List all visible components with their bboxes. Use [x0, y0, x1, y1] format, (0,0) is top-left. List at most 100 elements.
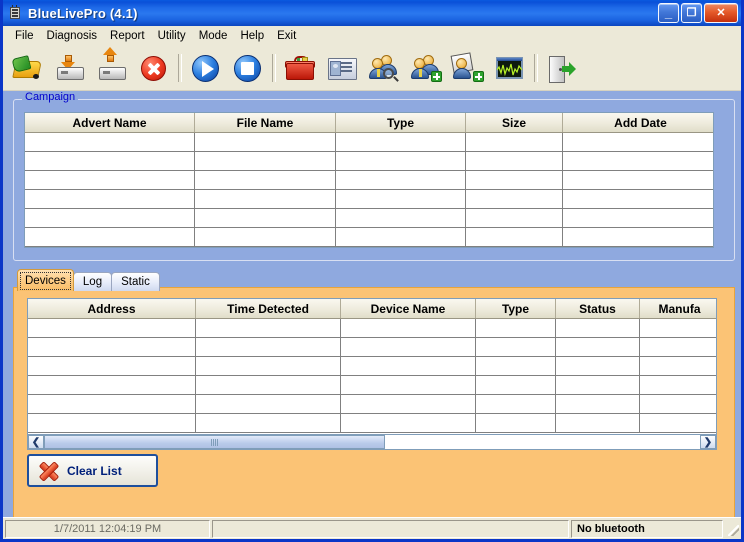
import-button[interactable]: [49, 48, 91, 88]
tab-log[interactable]: Log: [72, 272, 113, 291]
cell[interactable]: [466, 190, 563, 208]
cell[interactable]: [341, 357, 476, 375]
device-row[interactable]: [28, 395, 716, 414]
cell[interactable]: [466, 209, 563, 227]
cell[interactable]: [341, 319, 476, 337]
cell[interactable]: [476, 376, 556, 394]
minimize-button[interactable]: _: [658, 3, 679, 23]
scroll-thumb[interactable]: [44, 435, 386, 449]
column-header-size[interactable]: Size: [466, 113, 563, 132]
scroll-right-button[interactable]: ❯: [700, 435, 716, 449]
cell[interactable]: [25, 228, 195, 246]
cell[interactable]: [640, 414, 716, 432]
cell[interactable]: [195, 228, 336, 246]
cell[interactable]: [341, 376, 476, 394]
cell[interactable]: [476, 338, 556, 356]
campaign-row[interactable]: [25, 209, 713, 228]
scroll-track[interactable]: [44, 435, 700, 449]
column-header-manufa[interactable]: Manufa: [640, 299, 716, 318]
device-row[interactable]: [28, 376, 716, 395]
menu-item-report[interactable]: Report: [104, 28, 152, 44]
cell[interactable]: [556, 357, 640, 375]
cell[interactable]: [640, 338, 716, 356]
scroll-left-button[interactable]: ❮: [28, 435, 44, 449]
cell[interactable]: [476, 319, 556, 337]
find-devices-button[interactable]: [363, 48, 405, 88]
cell[interactable]: [556, 414, 640, 432]
stop-button[interactable]: [227, 48, 269, 88]
cell[interactable]: [25, 171, 195, 189]
cell[interactable]: [556, 395, 640, 413]
cell[interactable]: [476, 414, 556, 432]
cell[interactable]: [640, 319, 716, 337]
clear-list-button[interactable]: Clear List: [27, 454, 158, 487]
campaign-row[interactable]: [25, 133, 713, 152]
cell[interactable]: [563, 209, 713, 227]
cell[interactable]: [341, 338, 476, 356]
devices-horizontal-scrollbar[interactable]: ❮ ❯: [27, 434, 717, 450]
cell[interactable]: [195, 209, 336, 227]
cell[interactable]: [25, 152, 195, 170]
cell[interactable]: [336, 152, 466, 170]
column-header-advert-name[interactable]: Advert Name: [25, 113, 195, 132]
cell[interactable]: [640, 395, 716, 413]
column-header-type[interactable]: Type: [476, 299, 556, 318]
device-row[interactable]: [28, 338, 716, 357]
campaign-grid[interactable]: Advert Name File Name Type Size Add Date: [24, 112, 714, 248]
menu-item-file[interactable]: File: [9, 28, 41, 44]
export-button[interactable]: [91, 47, 133, 88]
cell[interactable]: [476, 395, 556, 413]
signal-monitor-button[interactable]: [489, 48, 531, 88]
campaign-row[interactable]: [25, 228, 713, 247]
cell[interactable]: [196, 319, 341, 337]
column-header-add-date[interactable]: Add Date: [563, 113, 713, 132]
cell[interactable]: [196, 376, 341, 394]
cell[interactable]: [556, 319, 640, 337]
cell[interactable]: [466, 228, 563, 246]
cell[interactable]: [336, 171, 466, 189]
close-button[interactable]: ✕: [704, 3, 738, 23]
delete-button[interactable]: [133, 48, 175, 88]
cell[interactable]: [336, 228, 466, 246]
cell[interactable]: [336, 209, 466, 227]
cell[interactable]: [640, 357, 716, 375]
cell[interactable]: [556, 338, 640, 356]
cell[interactable]: [28, 357, 196, 375]
cell[interactable]: [466, 171, 563, 189]
device-row[interactable]: [28, 319, 716, 338]
cell[interactable]: [341, 414, 476, 432]
cell[interactable]: [196, 414, 341, 432]
cell[interactable]: [28, 395, 196, 413]
cell[interactable]: [640, 376, 716, 394]
column-header-device-name[interactable]: Device Name: [341, 299, 476, 318]
cell[interactable]: [25, 209, 195, 227]
add-devices-button[interactable]: [405, 48, 447, 88]
column-header-file-name[interactable]: File Name: [195, 113, 336, 132]
toolbox-button[interactable]: [279, 48, 321, 88]
open-folder-button[interactable]: [7, 48, 49, 88]
cell[interactable]: [196, 338, 341, 356]
cell[interactable]: [195, 152, 336, 170]
start-button[interactable]: [185, 48, 227, 88]
cell[interactable]: [563, 228, 713, 246]
menu-item-utility[interactable]: Utility: [152, 28, 193, 44]
resize-grip-icon[interactable]: [725, 520, 741, 538]
cell[interactable]: [195, 133, 336, 151]
contact-card-button[interactable]: [321, 48, 363, 88]
cell[interactable]: [28, 338, 196, 356]
cell[interactable]: [336, 190, 466, 208]
devices-grid[interactable]: Address Time Detected Device Name Type Statu…: [27, 298, 717, 435]
tab-static[interactable]: Static: [111, 272, 160, 291]
cell[interactable]: [25, 190, 195, 208]
campaign-row[interactable]: [25, 152, 713, 171]
cell[interactable]: [563, 133, 713, 151]
cell[interactable]: [195, 171, 336, 189]
column-header-type[interactable]: Type: [336, 113, 466, 132]
device-row[interactable]: [28, 414, 716, 433]
cell[interactable]: [28, 414, 196, 432]
menu-item-exit[interactable]: Exit: [271, 28, 303, 44]
column-header-status[interactable]: Status: [556, 299, 640, 318]
tab-devices[interactable]: Devices: [17, 269, 74, 291]
cell[interactable]: [28, 319, 196, 337]
campaign-row[interactable]: [25, 171, 713, 190]
